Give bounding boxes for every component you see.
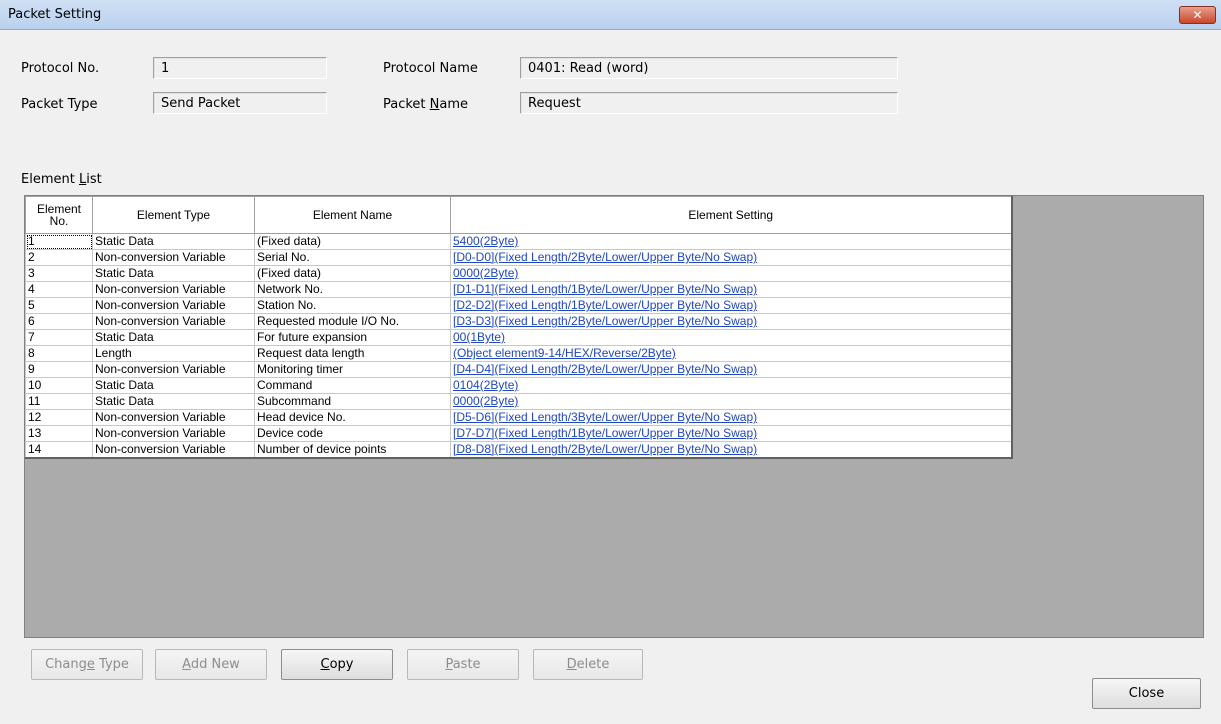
row-element-setting-cell[interactable]: (Object element9-14/HEX/Reverse/2Byte) [450,345,1012,362]
close-button[interactable]: Close [1092,678,1201,709]
row-element-name-cell[interactable]: (Fixed data) [254,233,451,250]
row-element-name-cell[interactable]: Command [254,377,451,394]
table-row[interactable]: 12 Non-conversion Variable Head device No.… [25,409,1012,426]
element-list-label: Element List [21,172,102,187]
table-row[interactable]: 5 Non-conversion Variable Station No. [D2-D… [25,297,1012,314]
row-element-setting-cell[interactable]: [D7-D7](Fixed Length/1Byte/Lower/Upper B… [450,425,1012,442]
title-bar: Packet Setting ✕ [0,0,1221,30]
table-row[interactable]: 14 Non-conversion Variable Number of devic… [25,441,1012,459]
row-element-type-cell[interactable]: Static Data [92,393,255,410]
table-row[interactable]: 8 Length Request data length (Object elemen… [25,345,1012,362]
row-element-type-cell[interactable]: Static Data [92,329,255,346]
window-title: Packet Setting [8,7,102,22]
packet-name-field: Request [520,92,898,114]
row-element-no-cell[interactable]: 13 [25,425,93,442]
packet-type-field: Send Packet [153,92,327,114]
row-element-type-cell[interactable]: Static Data [92,233,255,250]
row-element-type-cell[interactable]: Non-conversion Variable [92,361,255,378]
row-element-type-cell[interactable]: Non-conversion Variable [92,409,255,426]
element-list-grid[interactable]: Element No. Element Type Element Name Ele… [24,195,1204,638]
table-row[interactable]: 13 Non-conversion Variable Device code [D7-… [25,425,1012,442]
row-element-no-cell[interactable]: 3 [25,265,93,282]
delete-button[interactable]: Delete [533,649,643,680]
row-element-no-cell[interactable]: 4 [25,281,93,298]
row-element-no-cell[interactable]: 2 [25,249,93,266]
protocol-no-field: 1 [153,57,327,79]
row-element-name-cell[interactable]: (Fixed data) [254,265,451,282]
row-element-name-cell[interactable]: Requested module I/O No. [254,313,451,330]
row-element-name-cell[interactable]: For future expansion [254,329,451,346]
row-element-no-cell[interactable]: 8 [25,345,93,362]
table-row[interactable]: 11 Static Data Subcommand 0000(2Byte) [25,393,1012,410]
add-new-button[interactable]: Add New [155,649,267,680]
row-element-no-cell[interactable]: 12 [25,409,93,426]
table-row[interactable]: 4 Non-conversion Variable Network No. [D1-D… [25,281,1012,298]
packet-type-label: Packet Type [21,97,98,112]
row-element-no-cell[interactable]: 9 [25,361,93,378]
table-row[interactable]: 10 Static Data Command 0104(2Byte) [25,377,1012,394]
header-element-setting[interactable]: Element Setting [450,196,1012,234]
header-element-no[interactable]: Element No. [25,196,93,234]
row-element-setting-cell[interactable]: [D3-D3](Fixed Length/2Byte/Lower/Upper B… [450,313,1012,330]
row-element-setting-cell[interactable]: 00(1Byte) [450,329,1012,346]
row-element-type-cell[interactable]: Non-conversion Variable [92,425,255,442]
row-element-no-cell[interactable]: 1 [25,233,93,250]
row-element-no-cell[interactable]: 11 [25,393,93,410]
table-row[interactable]: 6 Non-conversion Variable Requested module… [25,313,1012,330]
row-element-setting-cell[interactable]: 0000(2Byte) [450,393,1012,410]
row-element-name-cell[interactable]: Network No. [254,281,451,298]
row-element-name-cell[interactable]: Subcommand [254,393,451,410]
row-element-type-cell[interactable]: Non-conversion Variable [92,281,255,298]
row-element-setting-cell[interactable]: [D8-D8](Fixed Length/2Byte/Lower/Upper B… [450,441,1012,459]
row-element-type-cell[interactable]: Length [92,345,255,362]
row-element-type-cell[interactable]: Non-conversion Variable [92,297,255,314]
row-element-setting-cell[interactable]: [D5-D6](Fixed Length/3Byte/Lower/Upper B… [450,409,1012,426]
table-row[interactable]: 7 Static Data For future expansion 00(1Byte… [25,329,1012,346]
table-row[interactable]: 1 Static Data (Fixed data) 5400(2Byte) [25,233,1012,250]
row-element-no-cell[interactable]: 6 [25,313,93,330]
row-element-setting-cell[interactable]: 5400(2Byte) [450,233,1012,250]
row-element-name-cell[interactable]: Device code [254,425,451,442]
row-element-type-cell[interactable]: Non-conversion Variable [92,441,255,459]
row-element-name-cell[interactable]: Station No. [254,297,451,314]
row-element-setting-cell[interactable]: [D0-D0](Fixed Length/2Byte/Lower/Upper B… [450,249,1012,266]
row-element-setting-cell[interactable]: 0104(2Byte) [450,377,1012,394]
row-element-no-cell[interactable]: 7 [25,329,93,346]
protocol-no-label: Protocol No. [21,61,100,76]
row-element-type-cell[interactable]: Non-conversion Variable [92,313,255,330]
row-element-name-cell[interactable]: Serial No. [254,249,451,266]
row-element-type-cell[interactable]: Static Data [92,377,255,394]
row-element-no-cell[interactable]: 10 [25,377,93,394]
table-row[interactable]: 3 Static Data (Fixed data) 0000(2Byte) [25,265,1012,282]
element-table[interactable]: Element No. Element Type Element Name Ele… [25,196,1013,459]
row-element-name-cell[interactable]: Number of device points [254,441,451,459]
row-element-no-cell[interactable]: 5 [25,297,93,314]
protocol-name-label: Protocol Name [383,61,478,76]
close-window-icon[interactable]: ✕ [1179,6,1216,24]
table-row[interactable]: 2 Non-conversion Variable Serial No. [D0-D0… [25,249,1012,266]
header-element-type[interactable]: Element Type [92,196,255,234]
row-element-name-cell[interactable]: Monitoring timer [254,361,451,378]
protocol-name-field: 0401: Read (word) [520,57,898,79]
change-type-button[interactable]: Change Type [31,649,143,680]
row-element-setting-cell[interactable]: [D1-D1](Fixed Length/1Byte/Lower/Upper B… [450,281,1012,298]
row-element-setting-cell[interactable]: [D4-D4](Fixed Length/2Byte/Lower/Upper B… [450,361,1012,378]
row-element-name-cell[interactable]: Head device No. [254,409,451,426]
row-element-setting-cell[interactable]: [D2-D2](Fixed Length/1Byte/Lower/Upper B… [450,297,1012,314]
copy-button[interactable]: Copy [281,649,393,680]
packet-name-label: Packet Name [383,97,469,112]
table-row[interactable]: 9 Non-conversion Variable Monitoring timer… [25,361,1012,378]
row-element-name-cell[interactable]: Request data length [254,345,451,362]
paste-button[interactable]: Paste [407,649,519,680]
table-header-row: Element No. Element Type Element Name Ele… [25,196,1012,234]
row-element-no-cell[interactable]: 14 [25,441,93,459]
row-element-type-cell[interactable]: Non-conversion Variable [92,249,255,266]
header-element-name[interactable]: Element Name [254,196,451,234]
row-element-type-cell[interactable]: Static Data [92,265,255,282]
element-rows: 1 Static Data (Fixed data) 5400(2Byte) 2 Non-… [25,233,1012,459]
row-element-setting-cell[interactable]: 0000(2Byte) [450,265,1012,282]
